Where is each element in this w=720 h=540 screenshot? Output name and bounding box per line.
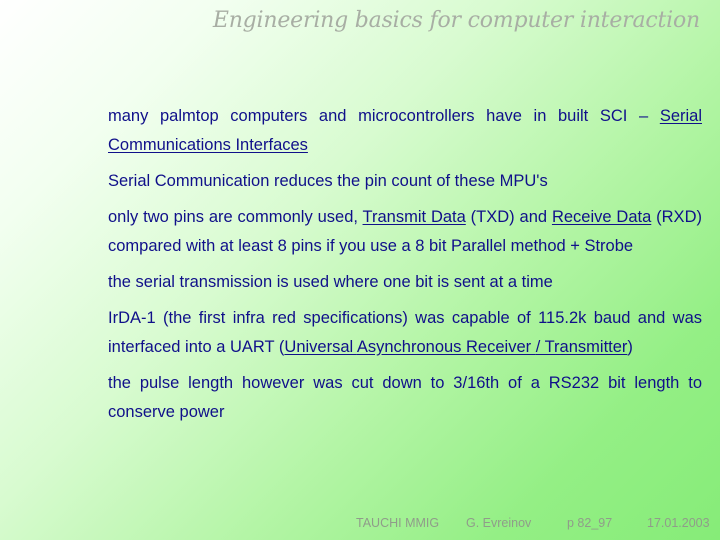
underlined-term-transmit-data: Transmit Data bbox=[362, 208, 466, 226]
text-run: the pulse length however was cut down to… bbox=[108, 374, 702, 421]
slide-body: many palmtop computers and microcontroll… bbox=[108, 102, 702, 434]
paragraph-two-pins: only two pins are commonly used, Transmi… bbox=[108, 203, 702, 261]
paragraph-serial-transmission: the serial transmission is used where on… bbox=[108, 268, 702, 297]
footer-page-number: p 82_97 bbox=[567, 516, 613, 530]
paragraph-pin-count: Serial Communication reduces the pin cou… bbox=[108, 167, 702, 196]
paragraph-irda: IrDA-1 (the first infra red specificatio… bbox=[108, 304, 702, 362]
text-run: many palmtop computers and microcontroll… bbox=[108, 107, 660, 125]
underlined-term-transmitter: / Transmitter bbox=[535, 338, 628, 356]
text-run: the serial transmission is used where on… bbox=[108, 273, 553, 291]
text-run: (TXD) and bbox=[465, 208, 552, 226]
underlined-term-receiver: Receiver bbox=[466, 338, 536, 356]
underlined-term-receive-data: Receive Data bbox=[551, 208, 652, 226]
footer-organization: TAUCHI MMIG bbox=[356, 516, 440, 530]
paragraph-sci: many palmtop computers and microcontroll… bbox=[108, 102, 702, 160]
underlined-term-universal: Universal bbox=[284, 338, 357, 356]
footer-author: G. Evreinov bbox=[466, 516, 532, 530]
underlined-term-asynchronous: Asynchronous bbox=[356, 338, 467, 356]
paragraph-pulse-length: the pulse length however was cut down to… bbox=[108, 369, 702, 427]
slide-title: Engineering basics for computer interact… bbox=[212, 8, 700, 33]
text-run: Serial Communication reduces the pin cou… bbox=[108, 172, 548, 190]
footer-date: 17.01.2003 bbox=[647, 516, 710, 530]
text-run: ) bbox=[627, 338, 633, 356]
text-run: only two pins are commonly used, bbox=[108, 208, 363, 226]
